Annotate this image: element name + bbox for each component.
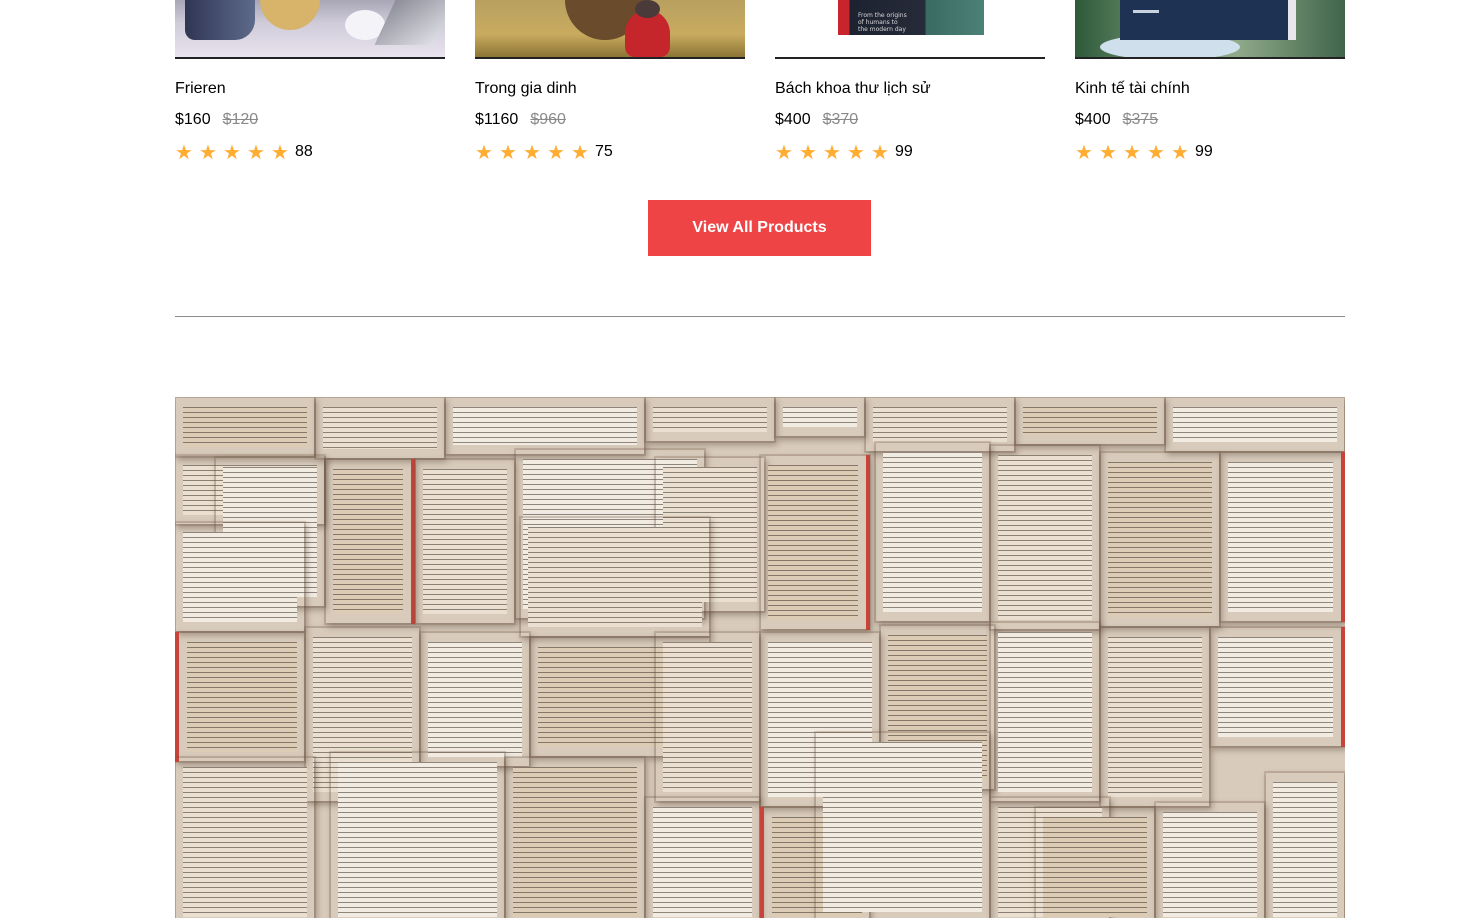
book-page [1035, 807, 1155, 918]
star-icon: ★ [1075, 140, 1093, 164]
product-image[interactable] [475, 0, 745, 59]
book-page [760, 455, 870, 630]
product-card[interactable]: Trong gia dinh $1160 $960 ★ ★ ★ ★ ★ 75 [475, 0, 745, 162]
cover-text: From the origins of humans to the modern… [858, 12, 907, 33]
book-page [415, 459, 515, 624]
star-icon: ★ [847, 140, 865, 164]
product-old-price: $375 [1122, 111, 1159, 128]
product-title[interactable]: Trong gia dinh [475, 79, 745, 99]
book-page [815, 732, 990, 918]
star-icon: ★ [571, 140, 589, 164]
star-icon: ★ [499, 140, 517, 164]
book-page [175, 632, 305, 762]
star-icon: ★ [199, 140, 217, 164]
product-title[interactable]: Frieren [175, 79, 445, 99]
book-page [1210, 627, 1345, 747]
review-count: 88 [295, 143, 313, 160]
review-count: 99 [1195, 143, 1213, 160]
star-icon: ★ [175, 140, 193, 164]
book-page [420, 632, 530, 767]
star-icon: ★ [475, 140, 493, 164]
product-title[interactable]: Kinh tế tài chính [1075, 79, 1345, 99]
view-all-products-button[interactable]: View All Products [648, 200, 871, 256]
product-price: $400 [775, 111, 811, 128]
book-page [1220, 452, 1345, 622]
product-image[interactable] [175, 0, 445, 59]
product-price-row: $1160 $960 [475, 110, 745, 130]
star-icon: ★ [271, 140, 289, 164]
book-page [325, 459, 415, 624]
book-page [445, 397, 645, 455]
product-price: $1160 [475, 111, 519, 128]
product-rating: ★ ★ ★ ★ ★ 88 [175, 142, 445, 162]
book-page [175, 757, 315, 918]
book-page [645, 397, 775, 442]
book-page [315, 397, 445, 459]
book-page [520, 517, 710, 637]
review-count: 99 [895, 143, 913, 160]
star-icon: ★ [1147, 140, 1165, 164]
star-icon: ★ [1123, 140, 1141, 164]
product-title[interactable]: Bách khoa thư lịch sử [775, 79, 1045, 99]
product-price-row: $400 $375 [1075, 110, 1345, 130]
star-icon: ★ [523, 140, 541, 164]
product-price: $400 [1075, 111, 1111, 128]
product-price-row: $400 $370 [775, 110, 1045, 130]
star-icon: ★ [223, 140, 241, 164]
star-icon: ★ [823, 140, 841, 164]
book-page [655, 632, 760, 802]
product-card[interactable]: Kinh tế tài chính $400 $375 ★ ★ ★ ★ ★ 99 [1075, 0, 1345, 162]
section-divider [175, 316, 1345, 317]
book-page [505, 757, 645, 918]
product-price: $160 [175, 111, 211, 128]
star-icon: ★ [1099, 140, 1117, 164]
star-icon: ★ [871, 140, 889, 164]
product-rating: ★ ★ ★ ★ ★ 99 [1075, 142, 1345, 162]
review-count: 75 [595, 143, 613, 160]
book-page [1015, 397, 1165, 445]
book-page [990, 445, 1100, 630]
star-icon: ★ [799, 140, 817, 164]
product-card[interactable]: Frieren $160 $120 ★ ★ ★ ★ ★ 88 [175, 0, 445, 162]
book-page [1100, 627, 1210, 807]
product-image[interactable]: From the origins of humans to the modern… [775, 0, 1045, 59]
book-page [875, 442, 990, 622]
star-icon: ★ [547, 140, 565, 164]
book-page [645, 797, 760, 918]
product-old-price: $370 [822, 111, 859, 128]
star-icon: ★ [247, 140, 265, 164]
book-page [175, 397, 315, 457]
product-price-row: $160 $120 [175, 110, 445, 130]
banner-image [175, 397, 1345, 918]
book-page [330, 752, 505, 918]
star-icon: ★ [1171, 140, 1189, 164]
book-page [990, 622, 1100, 802]
product-image[interactable] [1075, 0, 1345, 59]
book-page [1165, 397, 1345, 452]
product-card[interactable]: From the origins of humans to the modern… [775, 0, 1045, 162]
product-rating: ★ ★ ★ ★ ★ 99 [775, 142, 1045, 162]
book-page [1155, 802, 1265, 918]
product-old-price: $960 [530, 111, 566, 128]
book-page [775, 397, 865, 437]
book-page [175, 522, 305, 632]
star-icon: ★ [775, 140, 793, 164]
book-page [1100, 452, 1220, 627]
product-grid: Frieren $160 $120 ★ ★ ★ ★ ★ 88 Trong gia … [175, 0, 1345, 170]
product-old-price: $120 [222, 111, 259, 128]
book-page [1265, 772, 1345, 918]
product-rating: ★ ★ ★ ★ ★ 75 [475, 142, 745, 162]
